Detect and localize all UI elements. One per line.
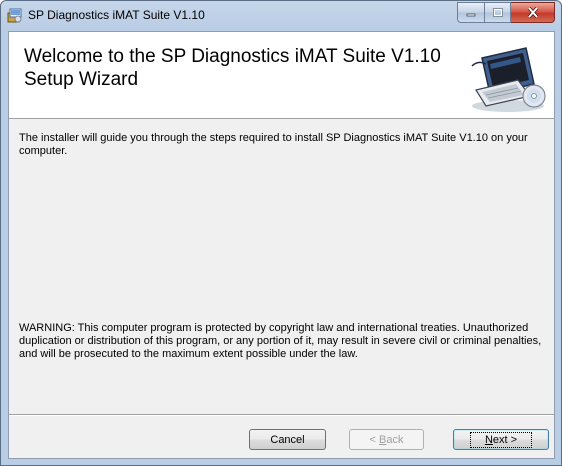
wizard-panel: Welcome to the SP Diagnostics iMAT Suite… bbox=[8, 31, 555, 459]
maximize-button[interactable] bbox=[485, 2, 511, 23]
copyright-warning: WARNING: This computer program is protec… bbox=[19, 322, 542, 360]
installer-icon bbox=[7, 8, 22, 23]
window-title: SP Diagnostics iMAT Suite V1.10 bbox=[28, 8, 205, 22]
cancel-button[interactable]: Cancel bbox=[249, 429, 326, 450]
title-bar[interactable]: SP Diagnostics iMAT Suite V1.10 bbox=[1, 1, 561, 31]
wizard-title: Welcome to the SP Diagnostics iMAT Suite… bbox=[24, 46, 441, 90]
close-icon bbox=[527, 7, 538, 18]
caption-buttons bbox=[457, 2, 555, 23]
minimize-button[interactable] bbox=[457, 2, 485, 23]
intro-text: The installer will guide you through the… bbox=[19, 132, 528, 157]
back-button[interactable]: < Back bbox=[349, 429, 424, 450]
footer-divider bbox=[9, 414, 554, 416]
setup-window: SP Diagnostics iMAT Suite V1.10 Welcome … bbox=[0, 0, 562, 466]
minimize-icon bbox=[466, 13, 476, 16]
maximize-icon bbox=[492, 8, 503, 17]
back-label: < Back bbox=[369, 433, 404, 446]
next-label: Next > bbox=[469, 431, 533, 448]
computer-with-disc-icon bbox=[471, 47, 546, 112]
next-button[interactable]: Next > bbox=[453, 429, 549, 450]
cancel-label: Cancel bbox=[270, 433, 305, 446]
wizard-banner: Welcome to the SP Diagnostics iMAT Suite… bbox=[9, 32, 554, 119]
close-button[interactable] bbox=[511, 2, 555, 23]
